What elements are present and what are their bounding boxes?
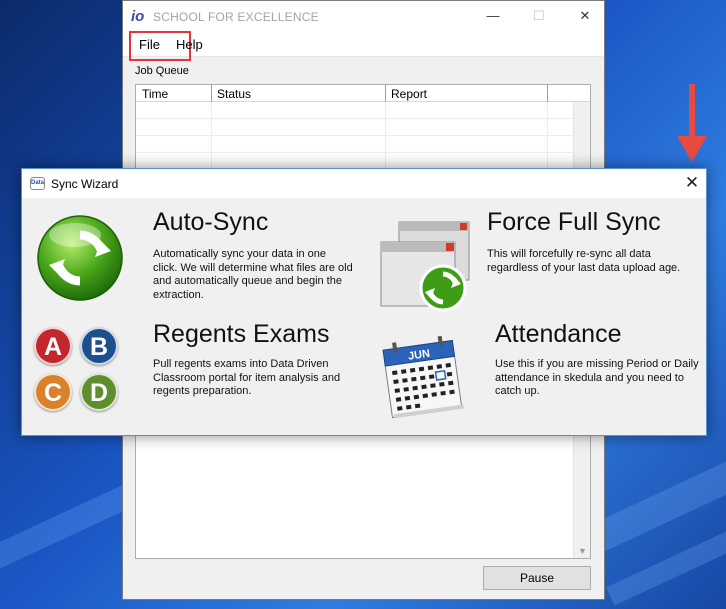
pause-button[interactable]: Pause	[483, 566, 591, 590]
auto-sync-description: Automatically sync your data in one clic…	[153, 248, 353, 301]
attendance-description: Use this if you are missing Period or Da…	[495, 358, 699, 397]
wizard-logo-icon: Data	[30, 177, 45, 190]
force-full-sync-title: Force Full Sync	[487, 208, 661, 236]
letter-d-badge: D	[80, 373, 118, 411]
table-row[interactable]	[136, 119, 590, 136]
table-row[interactable]	[136, 102, 590, 119]
table-row[interactable]	[136, 136, 590, 153]
minimize-button[interactable]: —	[485, 9, 501, 23]
regents-exams-option[interactable]: A B C D Regents Exams Pull regents exams…	[22, 311, 362, 423]
sync-wizard-dialog: Data Sync Wizard ✕ Auto-Sync Automatical…	[21, 168, 707, 436]
maximize-button[interactable]: ☐	[531, 9, 547, 23]
close-button[interactable]: ✕	[577, 9, 593, 23]
menu-help-label: Help	[176, 37, 203, 52]
letter-b-badge: B	[80, 327, 118, 365]
desktop-streak	[0, 483, 137, 581]
regents-exams-description: Pull regents exams into Data Driven Clas…	[153, 358, 341, 397]
calendar-icon: JUN	[382, 335, 464, 419]
red-arrow-icon	[677, 84, 707, 162]
attendance-title: Attendance	[495, 320, 622, 348]
column-header-report[interactable]: Report	[391, 87, 427, 101]
job-queue-label: Job Queue	[135, 65, 189, 77]
auto-sync-icon	[37, 215, 123, 301]
regents-exams-title: Regents Exams	[153, 320, 330, 348]
letter-c-badge: C	[34, 373, 72, 411]
column-header-status[interactable]: Status	[217, 87, 251, 101]
letter-a-badge: A	[34, 327, 72, 365]
menu-file[interactable]: File	[129, 31, 191, 61]
force-full-sync-option[interactable]: Force Full Sync This will forcefully re-…	[367, 198, 708, 312]
wizard-close-button[interactable]: ✕	[684, 174, 700, 192]
auto-sync-title: Auto-Sync	[153, 208, 269, 236]
column-header-time[interactable]: Time	[142, 87, 168, 101]
scroll-down-icon[interactable]: ▼	[578, 546, 587, 556]
force-full-sync-description: This will forcefully re-sync all data re…	[487, 248, 681, 274]
app-logo-icon: io	[131, 8, 145, 25]
attendance-option[interactable]: JUN Attendance Use this if you are missi…	[367, 311, 708, 423]
wizard-title: Sync Wizard	[51, 177, 119, 191]
menu-bar: File Help	[123, 31, 604, 61]
force-full-sync-icon	[380, 221, 470, 312]
column-separator[interactable]	[211, 85, 212, 102]
menu-help[interactable]: Help	[176, 37, 203, 52]
column-separator[interactable]	[547, 85, 548, 102]
main-titlebar: io SCHOOL FOR EXCELLENCE — ☐ ✕	[123, 1, 604, 33]
column-gridline	[211, 102, 212, 172]
column-separator[interactable]	[385, 85, 386, 102]
column-gridline	[385, 102, 386, 172]
auto-sync-option[interactable]: Auto-Sync Automatically sync your data i…	[22, 198, 362, 310]
column-gridline	[547, 102, 548, 172]
main-window-title: SCHOOL FOR EXCELLENCE	[153, 10, 319, 24]
wizard-titlebar: Data Sync Wizard ✕	[22, 169, 706, 198]
regents-exams-icon: A B C D	[34, 327, 124, 417]
grid-header: Time Status Report	[136, 85, 590, 102]
